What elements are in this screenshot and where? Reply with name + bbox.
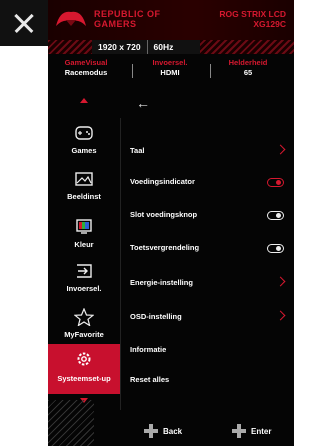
gamepad-icon — [75, 126, 93, 140]
status-gamevisual: GameVisual Racemodus — [64, 58, 108, 77]
model-line1: ROG STRIX LCD — [219, 9, 286, 19]
menu-item-label: Slot voedingsknop — [130, 210, 198, 219]
menu-item-energie-instelling[interactable]: Energie-instelling — [130, 276, 290, 290]
brand-line1: REPUBLIC OF — [94, 9, 161, 19]
enter-label: Enter — [251, 426, 272, 436]
sidebar-item-label: Systeemset-up — [57, 374, 111, 383]
menu-item-slot-voedingsknop[interactable]: Slot voedingsknop — [130, 208, 290, 222]
close-button[interactable] — [0, 0, 48, 46]
menu-item-osd-instelling[interactable]: OSD-instelling — [130, 310, 290, 324]
refresh-rate-value: 60Hz — [146, 40, 180, 54]
image-icon — [75, 172, 93, 186]
star-icon — [74, 308, 94, 326]
input-icon — [77, 264, 92, 278]
sidebar-item-label: Kleur — [74, 240, 94, 249]
status-bar: GameVisual Racemodus Invoersel. HDMI Helde… — [48, 56, 294, 88]
status-brightness: Helderheid 65 — [228, 58, 268, 77]
sidebar-item-beeldinst[interactable]: Beeldinst — [48, 166, 120, 212]
sidebar-item-systeemset-up[interactable]: Systeemset-up — [48, 344, 120, 394]
menu-item-label: Energie-instelling — [130, 278, 193, 287]
menu-item-voedingsindicator[interactable]: Voedingsindicator — [130, 175, 290, 189]
sidebar-item-label: Beeldinst — [67, 192, 101, 201]
menu-item-taal[interactable]: Taal — [130, 144, 290, 158]
menu-item-label: Toetsvergrendeling — [130, 243, 200, 252]
sidebar-item-label: Games — [71, 146, 97, 155]
menu-item-informatie[interactable]: Informatie — [130, 343, 290, 357]
back-arrow-icon[interactable]: ← — [136, 95, 150, 111]
sidebar-item-games[interactable]: Games — [48, 120, 120, 166]
rog-logo-icon — [56, 11, 86, 26]
sidebar-item-kleur[interactable]: Kleur — [48, 214, 120, 260]
divider — [120, 118, 121, 410]
menu-item-label: Informatie — [130, 345, 167, 354]
sidebar-item-label: MyFavorite — [64, 330, 104, 339]
settings-icon — [77, 352, 91, 366]
back-button[interactable]: Back — [144, 424, 182, 438]
dpad-icon — [232, 424, 246, 438]
osd-panel: REPUBLIC OF GAMERS ROG STRIX LCD XG129C … — [48, 0, 294, 446]
sidebar-item-invoersel[interactable]: Invoersel. — [48, 258, 120, 304]
menu-item-toetsvergrendeling[interactable]: Toetsvergrendeling — [130, 241, 290, 255]
color-icon — [76, 219, 92, 234]
scroll-up-icon[interactable] — [80, 98, 88, 103]
osd-header: REPUBLIC OF GAMERS ROG STRIX LCD XG129C — [48, 0, 294, 40]
menu-item-label: OSD-instelling — [130, 312, 182, 321]
dpad-icon — [144, 424, 158, 438]
menu-item-label: Voedingsindicator — [130, 177, 195, 186]
chevron-right-icon — [275, 144, 286, 155]
status-input: Invoersel. HDMI — [152, 58, 188, 77]
footer: Back Enter — [48, 414, 294, 446]
model-line2: XG129C — [253, 19, 286, 29]
menu-item-label: Reset alles — [130, 375, 170, 384]
toggle-switch[interactable] — [267, 178, 284, 187]
back-label: Back — [163, 426, 183, 436]
enter-button[interactable]: Enter — [232, 424, 271, 438]
chevron-right-icon — [275, 310, 286, 321]
toggle-switch[interactable] — [267, 244, 284, 253]
resolution-box: 1920 x 720 60Hz — [92, 40, 200, 54]
resolution-value: 1920 x 720 — [98, 42, 141, 52]
brand-line2: GAMERS — [94, 19, 137, 29]
sidebar-item-label: Invoersel. — [66, 284, 102, 293]
chevron-right-icon — [275, 276, 286, 287]
menu-item-reset-alles[interactable]: Reset alles — [130, 373, 290, 387]
toggle-switch[interactable] — [267, 211, 284, 220]
menu-item-label: Taal — [130, 146, 145, 155]
